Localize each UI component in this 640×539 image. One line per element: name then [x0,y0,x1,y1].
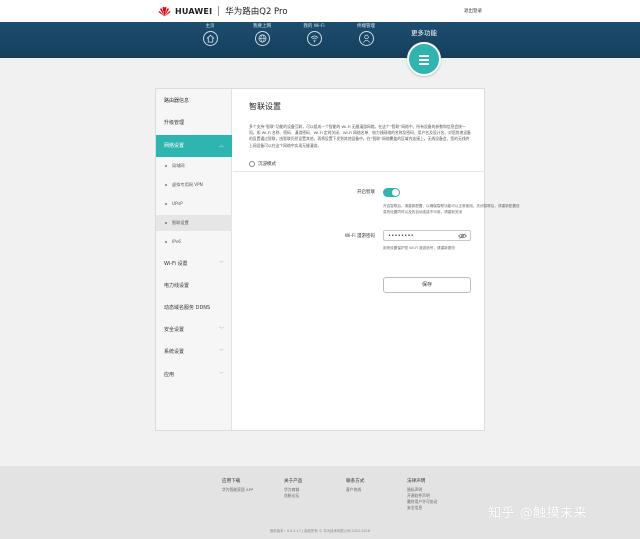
sidebar-item-label: 安全设置 [164,327,185,333]
footer-col-product: 关于产品 华为商城 花粉论坛 [284,478,302,499]
sidebar-item-security[interactable]: 安全设置 ﹀ [156,325,232,336]
sidebar-subitem-label: UPnP [172,201,183,206]
huawei-logo[interactable]: HUAWEI 华为路由Q2 Pro [158,5,288,17]
footer-link[interactable]: 华为智能家居 APP [222,487,253,493]
sidebar-subitem-ipv6[interactable]: IPv6 [156,237,232,247]
menu-icon[interactable] [407,42,441,76]
brand-name: HUAWEI [175,6,213,16]
user-icon [358,31,374,46]
sidebar: 路由器信息 升级管理 网络设置 ︿ 局域网 虚拟专用网 VPN UPnP 智联设置… [156,89,232,430]
product-name: 华为路由Q2 Pro [225,7,288,17]
sidebar-item-ddns[interactable]: 动态域名服务 DDNS [156,303,232,314]
collapse-toggle[interactable]: 沉浸模式 [249,161,276,167]
logout-link[interactable]: 退出登录 [464,8,482,14]
sidebar-item-label: 应用 [164,372,175,378]
nav-item-more[interactable]: 更多功能 [403,27,445,37]
footer-link[interactable]: 花粉论坛 [284,493,302,499]
save-button[interactable]: 保存 [383,277,471,293]
sidebar-item-label: 动态域名服务 DDNS [164,305,211,311]
footer-heading: 联系方式 [346,479,365,484]
collapse-icon [249,161,255,167]
top-bar: HUAWEI 华为路由Q2 Pro 退出登录 [0,0,640,22]
eye-off-icon[interactable] [458,233,467,239]
sidebar-item-upgrade[interactable]: 升级管理 [156,118,232,129]
footer-heading: 关于产品 [284,479,303,484]
footer-col-contact: 联系方式 客户热线 [346,478,364,493]
sidebar-item-label: 路由器信息 [164,98,190,104]
nav-label: 我的 Wi-Fi [303,24,325,29]
page-title: 智联设置 [249,102,281,111]
sidebar-subitem-label: 局域网 [172,163,185,168]
sidebar-item-wifi[interactable]: Wi-Fi 设置 ﹀ [156,259,232,270]
sidebar-subitem-smart-connect[interactable]: 智联设置 [156,215,232,231]
footer-heading: 法律声明 [407,479,426,484]
sidebar-subitem-label: IPv6 [172,239,181,244]
chevron-down-icon: ﹀ [218,327,224,333]
nav-item-internet[interactable]: 我要上网 [242,23,282,46]
chevron-down-icon: ﹀ [218,372,224,378]
footer-heading: 应用下载 [222,479,241,484]
sidebar-item-apps[interactable]: 应用 ﹀ [156,370,232,381]
sidebar-subitem-upnp[interactable]: UPnP [156,199,232,209]
settings-panel: 路由器信息 升级管理 网络设置 ︿ 局域网 虚拟专用网 VPN UPnP 智联设置… [155,88,520,431]
chevron-down-icon: ﹀ [218,261,224,267]
sidebar-item-label: Wi-Fi 设置 [164,261,188,267]
nav-more-label: 更多功能 [411,29,437,37]
home-icon [202,31,218,46]
sidebar-item-powerline[interactable]: 电力线设置 [156,281,232,292]
nav-item-home[interactable]: 主页 [190,23,230,46]
nav-label: 我要上网 [253,24,271,29]
sidebar-subitem-label: 智联设置 [172,220,189,225]
roaming-password-label: Wi-Fi 漫游密码 [344,234,375,239]
sidebar-item-label: 网络设置 [164,143,185,149]
footer-copyright: 固件版本：9.0.2.17 | 版权所有 © 华为技术有限公司 2012-201… [269,529,371,533]
sidebar-item-router-info[interactable]: 路由器信息 [156,96,232,107]
enable-description: 开启智联后，请重新配置，以确保智联功能可以正常使用。关闭智联后，请重新配置信息的… [383,204,520,214]
chevron-up-icon: ︿ [218,143,224,149]
nav-label: 主页 [205,24,215,29]
huawei-logo-icon [158,6,171,16]
wifi-icon [306,31,322,46]
password-hint: 用来设置保护您 Wi-Fi 漫游信号，请重新更改 [383,246,455,250]
toggle-knob [392,189,399,196]
footer-col-legal: 法律声明 隐私声明 开源软件声明 最终用户许可协议 安全信息 [407,478,437,511]
page-description: 多个支持“智联”功能的设备互联，可以组成一个智能的 Wi-Fi 无缝漫游网络。在… [249,124,471,148]
nav-item-devices[interactable]: 终端管理 [346,23,386,46]
divider [233,171,485,172]
roaming-password-input[interactable]: •••••••• [383,230,471,241]
sidebar-subitem-label: 虚拟专用网 VPN [172,182,203,187]
sidebar-subitem-vpn[interactable]: 虚拟专用网 VPN [156,180,232,190]
nav-label: 终端管理 [357,24,375,29]
enable-smart-connect-toggle[interactable] [383,188,400,197]
nav-item-wifi[interactable]: 我的 Wi-Fi [294,23,334,46]
sidebar-item-label: 电力线设置 [164,283,190,289]
chevron-down-icon: ﹀ [218,349,224,355]
sidebar-item-network[interactable]: 网络设置 ︿ [156,135,232,157]
globe-icon [254,31,270,46]
enable-label: 开启智联 [357,190,375,195]
logo-divider [218,6,220,16]
watermark: 知乎 @触摸未来 [488,506,588,521]
content-area: 智联设置 多个支持“智联”功能的设备互联，可以组成一个智能的 Wi-Fi 无缝漫… [233,89,520,430]
collapse-label: 沉浸模式 [258,162,276,167]
sidebar-item-system[interactable]: 系统设置 ﹀ [156,347,232,358]
footer-col-apps: 应用下载 华为智能家居 APP [222,478,253,493]
footer-link[interactable]: 安全信息 [407,505,437,511]
sidebar-subitem-lan[interactable]: 局域网 [156,161,232,171]
footer-link[interactable]: 客户热线 [346,487,364,493]
sidebar-item-label: 系统设置 [164,349,185,355]
main-nav: 主页 我要上网 我的 Wi-Fi 终端管理 [0,22,640,58]
password-value: •••••••• [388,233,414,239]
sidebar-item-label: 升级管理 [164,120,185,126]
